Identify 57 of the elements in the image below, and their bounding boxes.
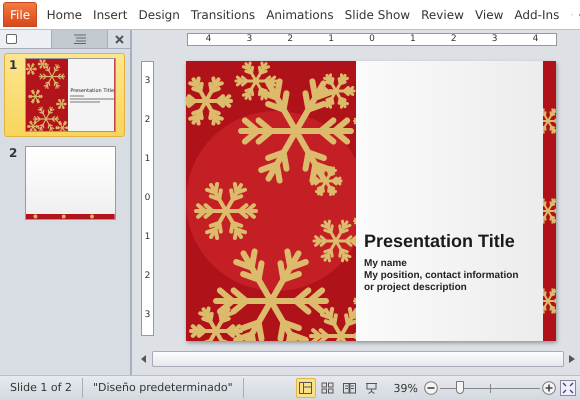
ruler-number: 3 bbox=[144, 77, 150, 86]
subtitle-line: My name bbox=[364, 258, 408, 270]
zoom-slider-thumb[interactable] bbox=[456, 381, 464, 394]
scroll-left-icon bbox=[141, 355, 147, 363]
ribbon-tab[interactable]: Add-Ins bbox=[508, 8, 565, 22]
slide-thumbnail[interactable] bbox=[25, 146, 116, 220]
ruler-number: 1 bbox=[144, 233, 150, 242]
slides-tab[interactable] bbox=[0, 30, 52, 48]
subtitle-line: or project description bbox=[364, 282, 468, 294]
text-lines-drawing bbox=[70, 94, 114, 102]
zoom-in-icon[interactable] bbox=[542, 381, 556, 395]
slide-thumbnail-row[interactable]: 2 bbox=[4, 141, 125, 225]
ribbon-tab[interactable]: Insert bbox=[88, 8, 133, 22]
ruler-number: 2 bbox=[450, 35, 457, 44]
ribbon-tab[interactable]: View bbox=[469, 8, 509, 22]
slide-title[interactable]: Presentation Title bbox=[364, 231, 543, 252]
ruler-number: 4 bbox=[206, 35, 212, 44]
theme-name: "Diseño predeterminado" bbox=[82, 378, 244, 398]
outline-tab[interactable] bbox=[52, 30, 108, 48]
ribbon-tab[interactable]: Slide Show bbox=[339, 8, 416, 22]
normal-view-icon bbox=[299, 382, 312, 394]
zoom-slider[interactable] bbox=[440, 380, 540, 396]
ruler-number: 1 bbox=[328, 35, 334, 44]
outline-icon bbox=[74, 34, 86, 44]
slide-number: 1 bbox=[9, 58, 18, 74]
ruler-number: 0 bbox=[144, 194, 150, 203]
ruler-number: 4 bbox=[532, 35, 538, 44]
ruler-number: 3 bbox=[246, 35, 252, 44]
slide-count: Slide 1 of 2 bbox=[0, 378, 83, 398]
book-icon bbox=[343, 382, 356, 394]
ruler-number: 1 bbox=[410, 35, 416, 44]
ribbon-tab[interactable]: Home bbox=[41, 8, 88, 22]
slide-subtitle[interactable]: My name My position, contact information or project description bbox=[364, 258, 543, 294]
close-icon[interactable] bbox=[114, 34, 124, 44]
grid-view-icon bbox=[321, 382, 334, 394]
ruler-number: 0 bbox=[369, 35, 375, 44]
ruler-number: 2 bbox=[287, 35, 294, 44]
ruler-number: 2 bbox=[144, 272, 150, 281]
slide-number: 2 bbox=[9, 146, 18, 162]
slide-icon bbox=[6, 34, 17, 44]
ruler-number: 3 bbox=[492, 35, 498, 44]
horizontal-ruler[interactable]: 4 3 2 1 0 1 2 3 4 bbox=[187, 33, 557, 46]
ruler-number: 2 bbox=[144, 116, 150, 125]
zoom-percent[interactable]: 39% bbox=[394, 382, 418, 394]
ribbon-tab[interactable]: Design bbox=[132, 8, 186, 22]
projector-icon bbox=[365, 382, 378, 394]
zoom-out-icon[interactable] bbox=[424, 381, 438, 395]
subtitle-line: My position, contact information bbox=[364, 270, 520, 282]
ruler-number: 3 bbox=[144, 311, 150, 320]
ribbon-tab[interactable]: Animations bbox=[260, 8, 340, 22]
vertical-ruler[interactable]: 3 2 1 0 1 2 3 bbox=[141, 61, 154, 336]
scroll-right-icon bbox=[569, 355, 575, 363]
ribbon-tab[interactable]: Transitions bbox=[185, 8, 261, 22]
fit-to-window-icon[interactable] bbox=[560, 380, 576, 396]
ribbon-tab[interactable]: Review bbox=[416, 8, 470, 22]
view-button[interactable] bbox=[296, 378, 316, 398]
ruler-number: 1 bbox=[144, 155, 150, 164]
